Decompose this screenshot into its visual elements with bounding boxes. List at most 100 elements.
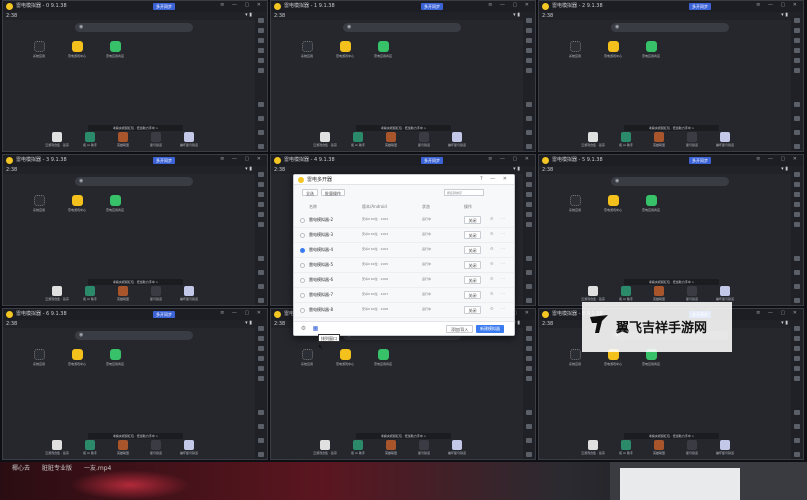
toolbar-button-icon[interactable] — [258, 48, 264, 53]
toolbar-button-icon[interactable] — [526, 38, 532, 43]
search-bar[interactable]: ◉ — [611, 177, 729, 186]
home-app[interactable]: 雷电游戏中心 — [331, 41, 359, 58]
toolbar-button-icon[interactable] — [794, 58, 800, 63]
dock-tip-banner[interactable]: 考察央视频红包 · 低加助力手中 > — [88, 125, 183, 131]
instance-row[interactable]: 雷电模拟器-7 安卓9 64位 · 1007 运行中 关闭 ⚙ ⋯ — [294, 288, 514, 303]
dock-app[interactable]: 云游戏合集 · 蓝宗 — [579, 132, 607, 147]
toolbar-button-icon[interactable] — [794, 144, 800, 149]
window-controls-icon[interactable]: ≡ — ▢ ✕ — [488, 156, 532, 162]
dock-app[interactable]: 云游戏合集 · 蓝宗 — [43, 440, 71, 455]
toolbar-button-icon[interactable] — [258, 144, 264, 149]
instance-row[interactable]: 雷电模拟器-4 安卓9 64位 · 1004 运行中 关闭 ⚙ ⋯ — [294, 243, 514, 258]
dock-app[interactable]: 星穹铁道 — [142, 132, 170, 147]
toolbar-button-icon[interactable] — [526, 212, 532, 217]
batch-operations-button[interactable]: 批量操作 — [321, 189, 345, 196]
toolbar-button-icon[interactable] — [526, 346, 532, 351]
toolbar-button-icon[interactable] — [526, 256, 532, 261]
row-checkbox[interactable] — [300, 293, 305, 298]
toolbar-button-icon[interactable] — [794, 222, 800, 227]
emulator-window[interactable]: 雷电模拟器 - 1 9.1.38 多开同步 ≡ — ▢ ✕ 2:38 ▾ ▮ ◉ 系统应用 雷… — [270, 0, 536, 152]
toolbar-button-icon[interactable] — [794, 68, 800, 73]
toolbar-button-icon[interactable] — [526, 18, 532, 23]
row-checkbox[interactable] — [300, 308, 305, 313]
toolbar-button-icon[interactable] — [794, 102, 800, 107]
dock-app[interactable]: 星穹铁道 — [410, 440, 438, 455]
row-checkbox[interactable] — [300, 278, 305, 283]
arrange-windows-icon[interactable]: ▦ — [312, 325, 319, 332]
new-emulator-button[interactable]: 新建模拟器 — [476, 325, 504, 333]
row-more-options-icon[interactable]: ⚙ ⋯ — [490, 291, 508, 296]
toolbar-button-icon[interactable] — [526, 130, 532, 135]
dock-app[interactable]: 英雄联盟 — [377, 132, 405, 147]
toolbar-button-icon[interactable] — [526, 452, 532, 457]
toolbar-button-icon[interactable] — [526, 424, 532, 429]
toolbar-button-icon[interactable] — [794, 366, 800, 371]
dock-app[interactable]: 和 Ai 助手 — [612, 440, 640, 455]
toolbar-button-icon[interactable] — [526, 28, 532, 33]
dock-app[interactable]: 英雄联盟 — [109, 132, 137, 147]
emulator-window[interactable]: 雷电模拟器 - 5 9.1.38 多开同步 ≡ — ▢ ✕ 2:38 ▾ ▮ ◉ 系统应用 雷… — [538, 154, 804, 306]
dock-app[interactable]: 星穹铁道 — [410, 132, 438, 147]
instance-row[interactable]: 雷电模拟器-8 安卓9 64位 · 1008 运行中 关闭 ⚙ ⋯ — [294, 303, 514, 318]
row-checkbox[interactable] — [300, 218, 305, 223]
toolbar-button-icon[interactable] — [526, 68, 532, 73]
dock-app[interactable]: 云游戏合集 · 蓝宗 — [311, 440, 339, 455]
dock-app[interactable]: 崩坏星穹铁道 — [711, 440, 739, 455]
toolbar-button-icon[interactable] — [526, 438, 532, 443]
dock-app[interactable]: 云游戏合集 · 蓝宗 — [311, 132, 339, 147]
dock-app[interactable]: 和 Ai 助手 — [76, 132, 104, 147]
dock-app[interactable]: 崩坏星穹铁道 — [175, 286, 203, 301]
emulator-window[interactable]: 雷电模拟器 - 0 9.1.38 多开同步 ≡ — ▢ ✕ 2:38 ▾ ▮ ◉ 系统应用 雷… — [2, 0, 268, 152]
toolbar-button-icon[interactable] — [258, 356, 264, 361]
window-controls-icon[interactable]: ≡ — ▢ ✕ — [488, 2, 532, 8]
toolbar-button-icon[interactable] — [794, 202, 800, 207]
dock-app[interactable]: 英雄联盟 — [645, 440, 673, 455]
dock-app[interactable]: 星穹铁道 — [142, 440, 170, 455]
close-instance-button[interactable]: 关闭 — [464, 261, 481, 269]
home-app[interactable]: 雷电游戏中心 — [599, 195, 627, 212]
toolbar-button-icon[interactable] — [526, 326, 532, 331]
dock-app[interactable]: 英雄联盟 — [109, 440, 137, 455]
window-controls-icon[interactable]: ≡ — ▢ ✕ — [756, 156, 800, 162]
dock-app[interactable]: 英雄联盟 — [109, 286, 137, 301]
toolbar-button-icon[interactable] — [258, 222, 264, 227]
toolbar-button-icon[interactable] — [526, 284, 532, 289]
toolbar-button-icon[interactable] — [794, 28, 800, 33]
dock-app[interactable]: 星穹铁道 — [678, 286, 706, 301]
home-app[interactable]: 系统应用 — [25, 41, 53, 58]
multi-sync-badge[interactable]: 多开同步 — [421, 157, 443, 164]
toolbar-button-icon[interactable] — [258, 38, 264, 43]
multi-sync-badge[interactable]: 多开同步 — [153, 311, 175, 318]
toolbar-button-icon[interactable] — [794, 298, 800, 303]
select-all-button[interactable]: 全选 — [302, 189, 318, 196]
dock-tip-banner[interactable]: 考察央视频红包 · 低加助力手中 > — [624, 279, 719, 285]
row-checkbox[interactable] — [300, 263, 305, 268]
row-more-options-icon[interactable]: ⚙ ⋯ — [490, 276, 508, 281]
dock-app[interactable]: 崩坏星穹铁道 — [711, 286, 739, 301]
toolbar-button-icon[interactable] — [526, 356, 532, 361]
home-app[interactable]: 雷电游戏中心 — [599, 41, 627, 58]
window-controls-icon[interactable]: ≡ — ▢ ✕ — [756, 2, 800, 8]
home-app[interactable]: 雷电应用商店 — [637, 195, 665, 212]
dock-app[interactable]: 和 Ai 助手 — [612, 132, 640, 147]
toolbar-button-icon[interactable] — [258, 58, 264, 63]
toolbar-button-icon[interactable] — [526, 376, 532, 381]
instance-row[interactable]: 雷电模拟器-6 安卓9 64位 · 1006 运行中 关闭 ⚙ ⋯ — [294, 273, 514, 288]
dock-app[interactable]: 和 Ai 助手 — [612, 286, 640, 301]
window-controls-icon[interactable]: ≡ — ▢ ✕ — [220, 2, 264, 8]
toolbar-button-icon[interactable] — [258, 182, 264, 187]
window-controls-icon[interactable]: ≡ — ▢ ✕ — [756, 310, 800, 316]
row-checkbox[interactable] — [300, 248, 305, 253]
multi-sync-badge[interactable]: 多开同步 — [689, 3, 711, 10]
dock-app[interactable]: 星穹铁道 — [142, 286, 170, 301]
toolbar-button-icon[interactable] — [258, 336, 264, 341]
toolbar-button-icon[interactable] — [526, 270, 532, 275]
close-instance-button[interactable]: 关闭 — [464, 276, 481, 284]
dock-tip-banner[interactable]: 考察央视频红包 · 低加助力手中 > — [356, 433, 451, 439]
dock-app[interactable]: 星穹铁道 — [678, 132, 706, 147]
instance-row[interactable]: 雷电模拟器-5 安卓9 64位 · 1005 运行中 关闭 ⚙ ⋯ — [294, 258, 514, 273]
toolbar-button-icon[interactable] — [258, 130, 264, 135]
search-bar[interactable]: ◉ — [75, 23, 193, 32]
home-app[interactable]: 系统应用 — [561, 41, 589, 58]
dock-tip-banner[interactable]: 考察央视频红包 · 低加助力手中 > — [624, 433, 719, 439]
